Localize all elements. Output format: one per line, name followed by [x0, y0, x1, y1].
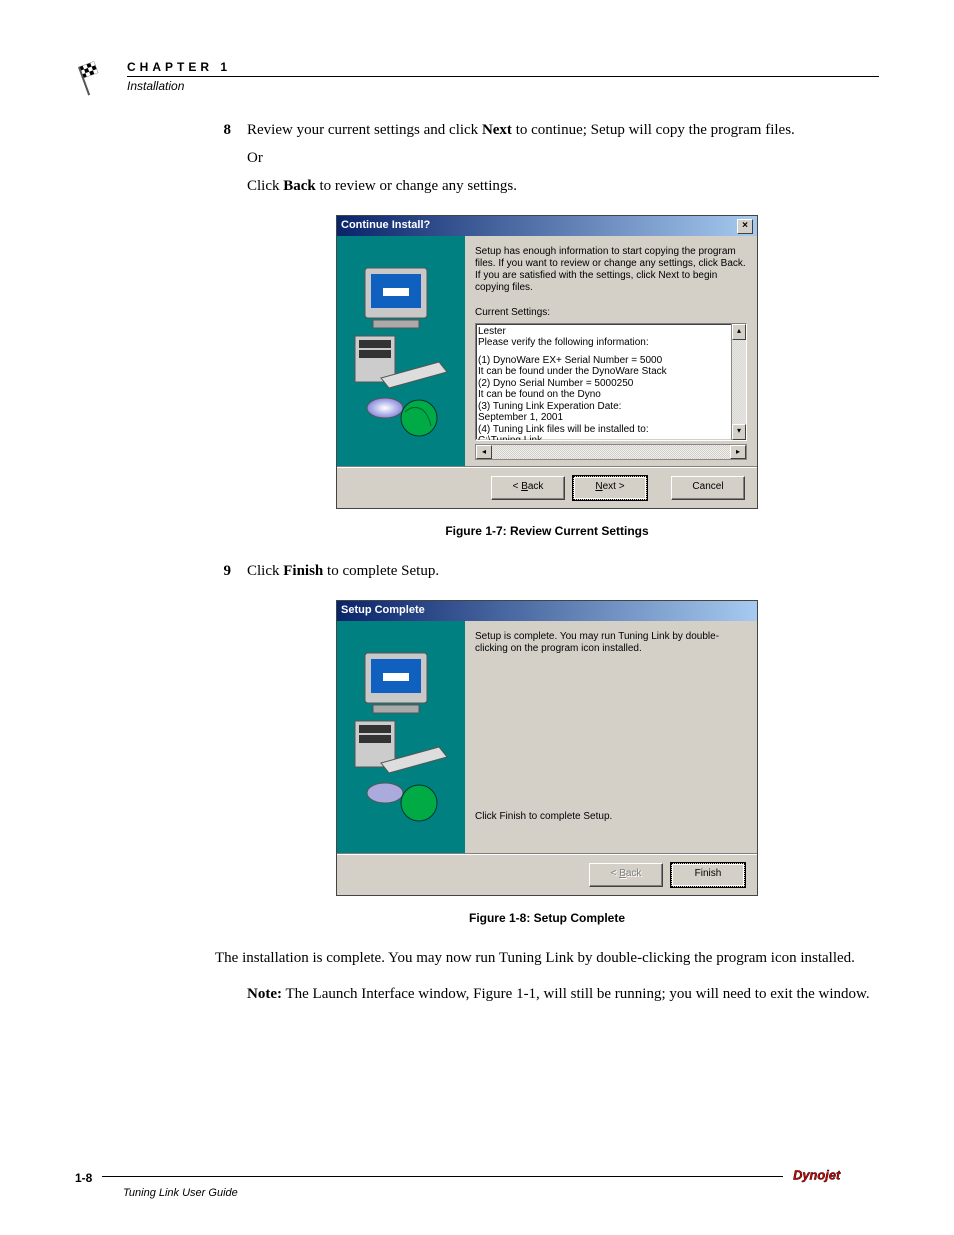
- dialog-message-2: Click Finish to complete Setup.: [475, 811, 747, 823]
- footer-doc-title: Tuning Link User Guide: [123, 1187, 238, 1199]
- dialog-title: Continue Install?: [341, 218, 430, 234]
- step-text-2: Click Back to review or change any setti…: [247, 176, 879, 198]
- dialog-message: Setup is complete. You may run Tuning Li…: [475, 631, 747, 655]
- horizontal-scrollbar[interactable]: ◂ ▸: [475, 444, 747, 460]
- checkered-flag-icon: [75, 56, 115, 96]
- settings-line: It can be found under the DynoWare Stack: [478, 366, 744, 378]
- dialog-button-bar: < Back Next > Cancel: [337, 468, 757, 508]
- back-button[interactable]: < Back: [491, 476, 565, 500]
- figure-caption: Figure 1-8: Setup Complete: [215, 910, 879, 927]
- step-8: 8 Review your current settings and click…: [215, 120, 879, 203]
- figure-caption: Figure 1-7: Review Current Settings: [215, 523, 879, 540]
- step-number: 8: [215, 120, 231, 203]
- current-settings-box: Lester Please verify the following infor…: [475, 323, 747, 442]
- page-number: 1-8: [75, 1171, 92, 1185]
- scroll-down-icon[interactable]: ▾: [732, 424, 746, 440]
- settings-line: (4) Tuning Link files will be installed …: [478, 424, 744, 436]
- settings-line: Please verify the following information:: [478, 337, 744, 349]
- step-text: Click Finish to complete Setup.: [247, 561, 879, 583]
- dialog-sidebar: [337, 236, 465, 466]
- computer-icon: [351, 645, 451, 825]
- svg-text:Dynojet: Dynojet: [793, 1167, 841, 1182]
- settings-line: (1) DynoWare EX+ Serial Number = 5000: [478, 355, 744, 367]
- chapter-label: CHAPTER 1: [127, 60, 879, 77]
- close-icon[interactable]: ×: [737, 219, 753, 234]
- step-or: Or: [247, 148, 879, 170]
- continue-install-dialog: Continue Install? ×: [336, 215, 758, 509]
- dynojet-logo: Dynojet: [793, 1165, 879, 1185]
- settings-line: C:\Tuning Link: [478, 435, 744, 441]
- setup-complete-dialog: Setup Complete: [336, 600, 758, 896]
- dialog-titlebar: Setup Complete: [337, 601, 757, 621]
- dialog-title: Setup Complete: [341, 603, 425, 619]
- footer-rule: Tuning Link User Guide: [102, 1176, 783, 1177]
- vertical-scrollbar[interactable]: ▴ ▾: [731, 324, 746, 441]
- settings-heading: Current Settings:: [475, 306, 747, 321]
- dialog-message: Setup has enough information to start co…: [475, 246, 747, 294]
- step-9: 9 Click Finish to complete Setup.: [215, 561, 879, 589]
- scroll-left-icon[interactable]: ◂: [476, 445, 492, 459]
- settings-line: Lester: [478, 326, 744, 338]
- step-number: 9: [215, 561, 231, 589]
- section-label: Installation: [127, 79, 879, 93]
- computer-icon: [351, 260, 451, 440]
- scroll-up-icon[interactable]: ▴: [732, 324, 746, 340]
- cancel-button[interactable]: Cancel: [671, 476, 745, 500]
- note-paragraph: Note: The Launch Interface window, Figur…: [247, 984, 879, 1006]
- settings-line: September 1, 2001: [478, 412, 744, 424]
- settings-line: (3) Tuning Link Experation Date:: [478, 401, 744, 413]
- dialog-titlebar: Continue Install? ×: [337, 216, 757, 236]
- step-text: Review your current settings and click N…: [247, 120, 879, 142]
- next-button[interactable]: Next >: [573, 476, 647, 500]
- settings-line: It can be found on the Dyno: [478, 389, 744, 401]
- finish-button[interactable]: Finish: [671, 863, 745, 887]
- page-footer: 1-8 Tuning Link User Guide Dynojet: [75, 1165, 879, 1185]
- page-header: CHAPTER 1 Installation: [75, 60, 879, 96]
- dialog-button-bar: < Back Finish: [337, 855, 757, 895]
- dialog-sidebar: [337, 621, 465, 853]
- back-button: < Back: [589, 863, 663, 887]
- scroll-right-icon[interactable]: ▸: [730, 445, 746, 459]
- post-paragraph: The installation is complete. You may no…: [215, 948, 879, 970]
- settings-line: (2) Dyno Serial Number = 5000250: [478, 378, 744, 390]
- body-content: 8 Review your current settings and click…: [215, 120, 879, 1006]
